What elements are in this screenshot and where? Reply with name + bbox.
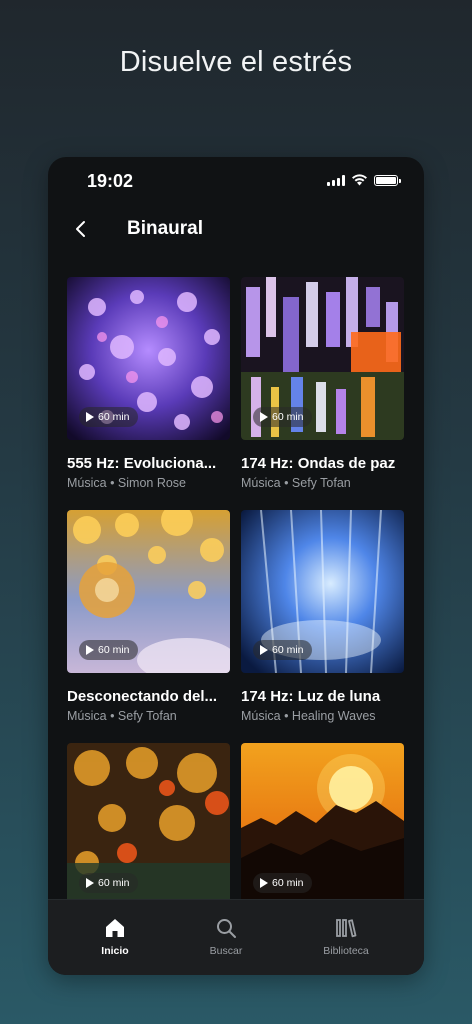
play-icon — [86, 878, 94, 888]
card-thumbnail: 60 min — [67, 277, 230, 440]
status-icons — [327, 174, 401, 186]
wifi-icon — [352, 174, 367, 186]
card-subtitle: Música • Sefy Tofan — [241, 476, 351, 490]
content-card[interactable]: 60 min Desconectando del... Música • Sef… — [67, 510, 230, 723]
card-thumbnail: 60 min — [241, 510, 404, 673]
phone-screen: 19:02 Binaural 60 min 555 Hz: Evoluciona… — [48, 157, 424, 975]
search-icon — [181, 916, 271, 940]
card-title: 555 Hz: Evoluciona... — [67, 455, 217, 472]
duration-badge: 60 min — [253, 873, 312, 893]
card-title: 174 Hz: Ondas de paz — [241, 455, 396, 472]
content-card[interactable]: 60 min — [67, 743, 230, 906]
library-icon — [301, 916, 391, 940]
tab-biblioteca[interactable]: Biblioteca — [301, 916, 391, 957]
chevron-left-icon — [76, 221, 85, 237]
status-time: 19:02 — [87, 171, 134, 191]
card-thumbnail: 60 min — [67, 743, 230, 906]
card-title: 174 Hz: Luz de luna — [241, 688, 381, 705]
card-thumbnail: 60 min — [241, 277, 404, 440]
content-card[interactable]: 60 min — [241, 743, 404, 906]
content-card[interactable]: 60 min 174 Hz: Luz de luna Música • Heal… — [241, 510, 404, 723]
play-icon — [260, 878, 268, 888]
card-subtitle: Música • Simon Rose — [67, 476, 187, 490]
cellular-signal-icon — [327, 174, 345, 186]
home-icon — [70, 916, 160, 940]
play-icon — [86, 645, 94, 655]
tab-inicio[interactable]: Inicio — [70, 916, 160, 957]
status-bar: 19:02 — [48, 157, 424, 203]
duration-badge: 60 min — [253, 640, 312, 660]
card-thumbnail: 60 min — [67, 510, 230, 673]
content-card[interactable]: 60 min 174 Hz: Ondas de paz Música • Sef… — [241, 277, 404, 490]
top-navigation: Binaural — [48, 209, 424, 249]
card-thumbnail: 60 min — [241, 743, 404, 906]
card-title: Desconectando del... — [67, 688, 218, 705]
battery-icon — [374, 174, 401, 186]
duration-badge: 60 min — [79, 873, 138, 893]
duration-badge: 60 min — [253, 407, 312, 427]
content-card[interactable]: 60 min 555 Hz: Evoluciona... Música • Si… — [67, 277, 230, 490]
play-icon — [260, 412, 268, 422]
bottom-tab-bar: Inicio Buscar Biblioteca — [48, 899, 424, 975]
tab-buscar[interactable]: Buscar — [181, 916, 271, 957]
duration-badge: 60 min — [79, 407, 138, 427]
duration-badge: 60 min — [79, 640, 138, 660]
play-icon — [260, 645, 268, 655]
tab-label: Buscar — [209, 945, 243, 957]
card-subtitle: Música • Healing Waves — [241, 709, 376, 723]
back-button[interactable] — [68, 215, 92, 243]
play-icon — [86, 412, 94, 422]
promo-headline: Disuelve el estrés — [119, 46, 353, 78]
card-subtitle: Música • Sefy Tofan — [67, 709, 177, 723]
tab-label: Inicio — [101, 945, 129, 957]
page-title: Binaural — [127, 218, 204, 239]
battery-level — [376, 176, 396, 184]
tab-label: Biblioteca — [323, 945, 369, 957]
